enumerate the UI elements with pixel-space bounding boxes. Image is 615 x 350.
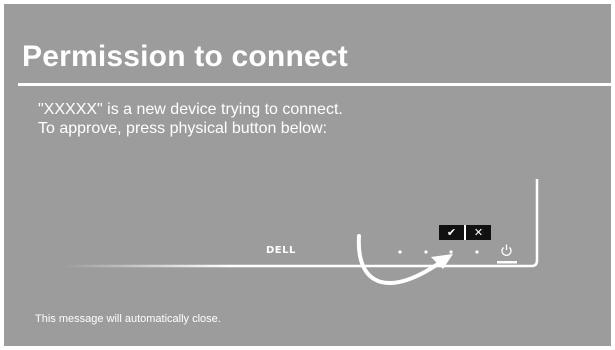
- permission-dialog: Permission to connect "XXXXX" is a new d…: [0, 0, 615, 350]
- reject-box: ✕: [466, 225, 491, 240]
- dell-logo: DELL: [266, 245, 296, 256]
- approve-box: ✔: [439, 225, 464, 240]
- check-icon: ✔: [446, 226, 457, 239]
- monitor-button-dot: [475, 250, 479, 254]
- monitor-button-dot: [424, 250, 428, 254]
- close-icon: ✕: [473, 226, 484, 239]
- auto-close-note: This message will automatically close.: [35, 313, 221, 325]
- power-icon: [501, 244, 512, 256]
- monitor-button-dot: [449, 250, 453, 254]
- power-led: [497, 261, 517, 264]
- arrow-icon: [356, 234, 447, 285]
- monitor-bezel-bottom: [64, 179, 539, 268]
- monitor-illustration: [64, 164, 539, 285]
- monitor-button-dot: [398, 250, 402, 254]
